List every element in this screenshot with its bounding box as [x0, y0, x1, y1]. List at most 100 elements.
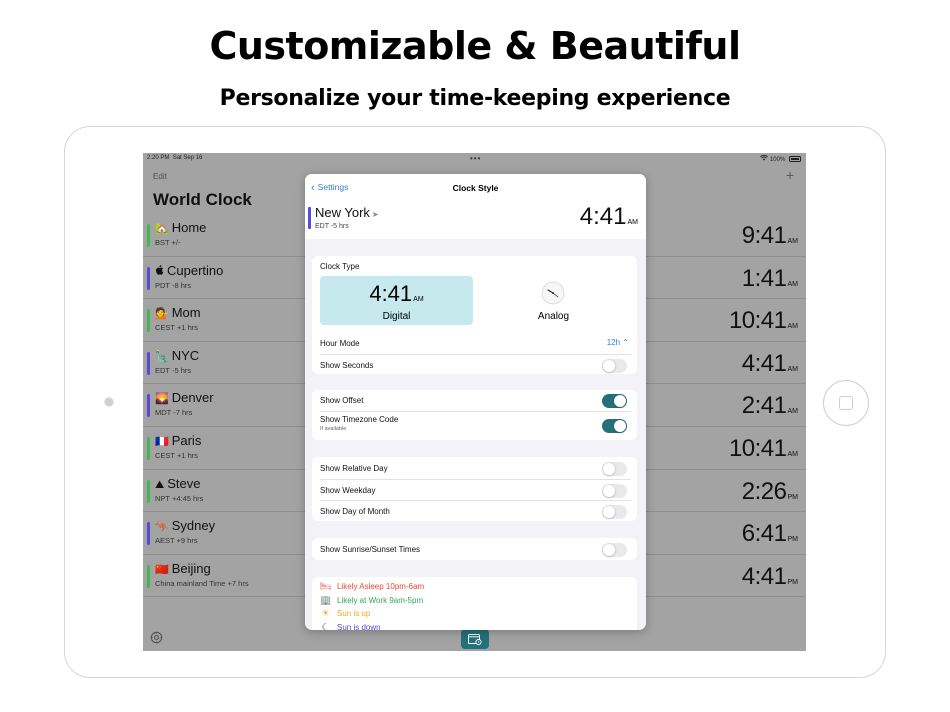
city-offset: China mainland Time +7 hrs [155, 578, 249, 588]
row-city: 💁 Mom [155, 305, 201, 320]
row-city: 🌄 Denver [155, 390, 214, 405]
city-name: Sydney [171, 518, 216, 534]
status-clock: 2:20 PM [147, 155, 170, 161]
time-ampm: PM [787, 493, 799, 501]
row-city: 🗽 NYC [155, 348, 199, 363]
calendar-clock-button[interactable] [461, 629, 489, 649]
show-sunrise-sunset-label: Show Sunrise/Sunset Times [320, 545, 421, 554]
legend-text: Likely at Work 9am-5pm [337, 595, 424, 605]
city-time: 9:41AM [742, 222, 798, 250]
city-time: 10:41AM [729, 435, 798, 463]
legend-text: Sun is up [337, 609, 371, 618]
gear-icon[interactable] [150, 631, 163, 644]
time-value: 6:41 [741, 520, 787, 548]
preview-color-bar [308, 207, 311, 229]
city-time: 6:41PM [742, 520, 798, 548]
multitasking-dots[interactable]: ••• [470, 154, 481, 163]
city-name: Beijing [171, 560, 211, 576]
battery-icon [789, 156, 801, 162]
offset-section: Show Offset Show Timezone Code If availa… [312, 390, 637, 440]
show-weekday-label: Show Weekday [320, 486, 376, 495]
row-color-bar [147, 224, 150, 247]
city-emoji-icon: 🏡 [155, 223, 169, 235]
show-weekday-toggle[interactable] [602, 484, 627, 498]
show-sunrise-sunset-toggle[interactable] [602, 543, 627, 557]
row-color-bar [147, 437, 150, 460]
row-city: 🦘 Sydney [155, 518, 215, 533]
time-value: 2:26 [741, 477, 787, 505]
edit-button[interactable]: Edit [153, 172, 167, 181]
row-color-bar [147, 479, 150, 503]
time-ampm: AM [787, 451, 799, 458]
show-relative-day-row: Show Relative Day [320, 458, 631, 479]
status-date: Sat Sep 16 [172, 155, 203, 161]
show-offset-toggle[interactable] [602, 394, 627, 408]
city-time: 1:41AM [742, 265, 798, 293]
camera-dot [104, 397, 114, 407]
time-value: 2:41 [741, 392, 787, 420]
city-offset: PDT -8 hrs [155, 280, 192, 290]
city-offset: CEST +1 hrs [155, 451, 199, 460]
legend-item: ☾ Sun is down [320, 622, 380, 631]
show-day-of-month-toggle[interactable] [602, 505, 627, 519]
sun-icon: ☀ [321, 608, 330, 618]
digital-label: Digital [382, 311, 411, 322]
show-day-of-month-row: Show Day of Month [320, 500, 631, 521]
show-relative-day-toggle[interactable] [602, 462, 627, 476]
city-time: 2:41AM [742, 392, 798, 420]
battery-percent: 100% [769, 157, 786, 163]
wifi-icon [760, 154, 770, 163]
row-city: Cupertino [155, 263, 223, 278]
preview-time-value: 4:41 [579, 203, 627, 230]
city-offset: MDT -7 hrs [155, 408, 193, 418]
row-color-bar [147, 309, 150, 333]
show-offset-label: Show Offset [320, 396, 364, 405]
city-time: 4:41AM [742, 350, 798, 378]
analog-option[interactable]: Analog [477, 276, 630, 325]
time-ampm: AM [787, 280, 799, 288]
row-color-bar [147, 522, 150, 546]
city-emoji-icon: 💁 [155, 308, 169, 321]
bottom-toolbar [143, 627, 806, 651]
time-ampm: AM [787, 323, 799, 331]
time-ampm: PM [787, 578, 799, 586]
ipad-screen: 2:20 PM Sat Sep 16 ••• 100% Edit + World… [143, 153, 806, 651]
city-emoji-icon: 🇨🇳 [155, 563, 169, 576]
show-timezone-code-label: Show Timezone Code [320, 415, 399, 424]
city-name: Steve [167, 475, 201, 491]
digital-ampm: AM [413, 296, 424, 303]
hour-mode-select[interactable]: 12h ⌃ [607, 338, 629, 347]
add-clock-button[interactable]: + [786, 167, 794, 183]
hour-mode-label: Hour Mode [320, 339, 360, 348]
page-title: World Clock [153, 190, 252, 209]
location-arrow-icon: ➤ [371, 210, 379, 219]
legend-item: 🏢 Likely at Work 9am-5pm [320, 595, 423, 608]
legend-text: Likely Asleep 10pm-6am [337, 582, 425, 591]
row-color-bar [147, 351, 150, 375]
analog-label: Analog [537, 311, 570, 322]
show-seconds-toggle[interactable] [602, 359, 627, 373]
promo-subheadline: Personalize your time-keeping experience [219, 86, 731, 111]
preview-city: New York ➤ [315, 205, 379, 220]
city-time: 2:26PM [742, 478, 798, 506]
preview-time: 4:41AM [580, 203, 638, 231]
show-weekday-row: Show Weekday [320, 479, 631, 500]
status-bar: 2:20 PM Sat Sep 16 ••• 100% [143, 153, 806, 165]
row-city: ⛰ Steve [155, 476, 201, 492]
digital-option[interactable]: 4:41AM Digital [320, 276, 473, 325]
row-color-bar [147, 394, 150, 418]
city-offset: EDT -5 hrs [155, 365, 192, 375]
show-timezone-code-hint: If available [320, 426, 347, 432]
sunrise-section: Show Sunrise/Sunset Times [312, 538, 637, 560]
hour-mode-row[interactable]: Hour Mode 12h ⌃ [320, 333, 631, 354]
show-timezone-code-toggle[interactable] [602, 419, 627, 433]
home-button-square-icon [839, 396, 853, 410]
city-offset: CEST +1 hrs [155, 323, 199, 333]
time-value: 10:41 [728, 435, 787, 462]
status-time: 2:20 PM Sat Sep 16 [147, 155, 202, 161]
city-offset: AEST +9 hrs [155, 536, 198, 546]
time-value: 1:41 [741, 264, 787, 292]
clock-type-section: Clock Type 4:41AM Digital Analog Hour Mo… [312, 256, 637, 374]
bed-icon: 🛏 [320, 581, 332, 591]
preview-city-name: New York [315, 205, 370, 220]
